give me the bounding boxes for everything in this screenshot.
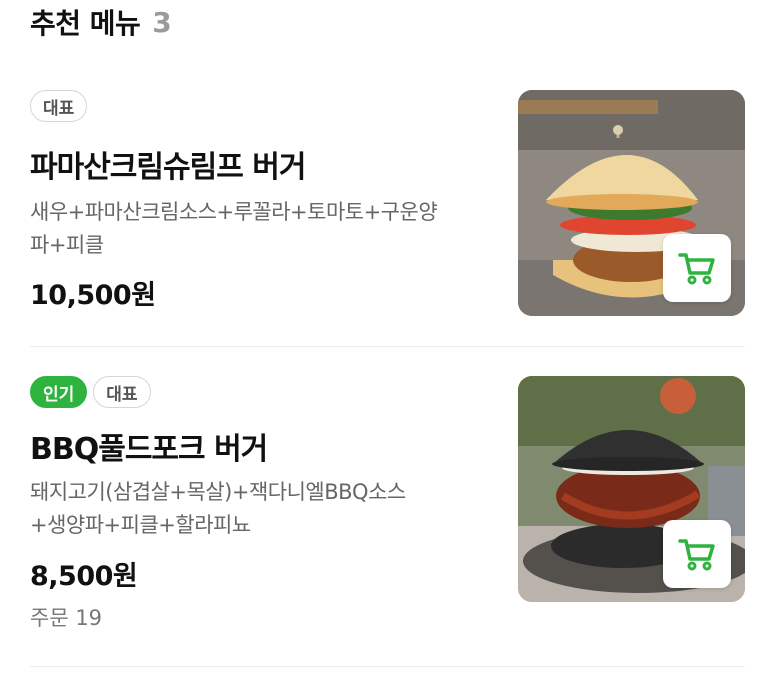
divider <box>30 346 745 347</box>
menu-description-line: 새우+파마산크림소스+루꼴라+토마토+구운양 <box>30 200 438 224</box>
menu-item[interactable]: 인기 대표 BBQ풀드포크 버거 돼지고기(삼겹살+목살)+잭다니엘BBQ소스 … <box>30 376 745 666</box>
cart-button[interactable] <box>663 234 731 302</box>
section-title: 추천 메뉴 <box>30 7 141 40</box>
menu-description-line: 돼지고기(삼겹살+목살)+잭다니엘BBQ소스 <box>30 480 406 504</box>
shrimp-burger-photo[interactable] <box>518 90 745 316</box>
pulled-pork-burger-photo[interactable] <box>518 376 745 602</box>
menu-description-line: 파+피클 <box>30 233 104 257</box>
menu-name[interactable]: 파마산크림슈림프 버거 <box>30 142 306 186</box>
badge-popular: 인기 <box>30 376 88 408</box>
badge-group: 인기 대표 <box>30 376 151 408</box>
menu-description: 돼지고기(삼겹살+목살)+잭다니엘BBQ소스 +생양파+피클+할라피뇨 <box>30 476 490 542</box>
menu-item[interactable]: 대표 파마산크림슈림프 버거 새우+파마산크림소스+루꼴라+토마토+구운양 파+… <box>30 90 745 346</box>
badge-group: 대표 <box>30 90 88 122</box>
badge-representative: 대표 <box>30 90 88 122</box>
menu-name[interactable]: BBQ풀드포크 버거 <box>30 424 268 468</box>
divider <box>30 666 745 667</box>
menu-description-line: +생양파+피클+할라피뇨 <box>30 513 251 537</box>
order-count: 주문 19 <box>30 606 103 630</box>
section-header: 추천 메뉴 3 <box>30 2 172 42</box>
menu-price: 8,500원 <box>30 561 138 592</box>
badge-representative: 대표 <box>93 376 151 408</box>
section-count: 3 <box>152 5 172 39</box>
menu-description: 새우+파마산크림소스+루꼴라+토마토+구운양 파+피클 <box>30 196 490 262</box>
cart-icon <box>678 539 715 571</box>
menu-price: 10,500원 <box>30 280 156 311</box>
cart-button[interactable] <box>663 520 731 588</box>
cart-icon <box>678 253 715 285</box>
